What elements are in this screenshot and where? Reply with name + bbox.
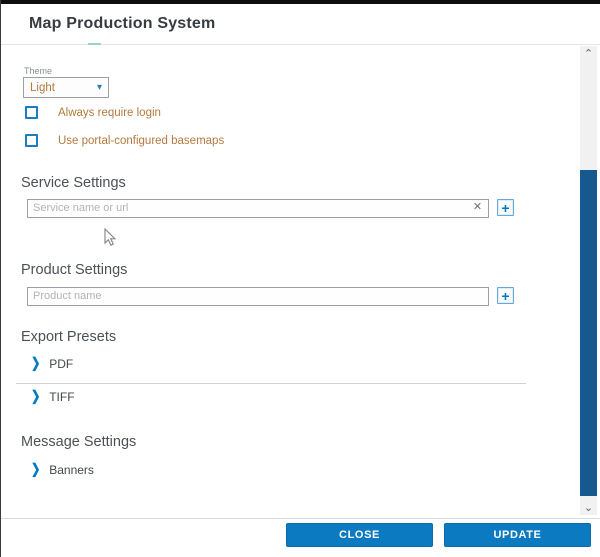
service-input-wrap: ✕: [27, 198, 489, 217]
chevron-right-icon: ❯: [31, 357, 40, 371]
add-product-button[interactable]: +: [497, 287, 514, 304]
scrollbar-thumb[interactable]: [580, 170, 597, 496]
product-input-wrap: [27, 286, 489, 305]
export-presets-heading: Export Presets: [21, 329, 116, 345]
scroll-down-icon[interactable]: ⌄: [580, 500, 597, 515]
dialog-header: Map Production System: [1, 4, 600, 45]
settings-scroll-area: Theme Light ▾ Always require login Use p…: [1, 45, 579, 518]
vertical-scrollbar[interactable]: ⌃ ⌄: [580, 46, 597, 515]
checkbox-label: Always require login: [58, 107, 161, 119]
close-button[interactable]: CLOSE: [286, 523, 433, 547]
tiff-preset-expander[interactable]: ❯ TIFF: [31, 390, 75, 404]
mouse-cursor: [104, 228, 116, 247]
update-button[interactable]: UPDATE: [444, 523, 591, 547]
always-require-login-checkbox[interactable]: [25, 106, 38, 119]
service-name-input[interactable]: [27, 199, 489, 218]
checkbox-label: Use portal-configured basemaps: [58, 135, 224, 147]
preset-divider: [16, 383, 526, 384]
pdf-preset-expander[interactable]: ❯ PDF: [31, 357, 73, 371]
expander-label: TIFF: [49, 390, 74, 404]
add-service-button[interactable]: +: [497, 199, 514, 216]
always-require-login-option[interactable]: Always require login: [25, 106, 161, 119]
portal-basemaps-checkbox[interactable]: [25, 134, 38, 147]
expander-label: PDF: [49, 357, 73, 371]
banners-expander[interactable]: ❯ Banners: [31, 463, 94, 477]
chevron-right-icon: ❯: [31, 463, 40, 477]
map-production-system-dialog: Map Production System Theme Light ▾ Alwa…: [0, 0, 600, 557]
service-settings-heading: Service Settings: [21, 175, 126, 191]
theme-label: Theme: [24, 66, 52, 76]
scroll-up-icon[interactable]: ⌃: [580, 46, 597, 61]
page-title: Map Production System: [29, 15, 215, 33]
message-settings-heading: Message Settings: [21, 434, 136, 450]
product-settings-heading: Product Settings: [21, 262, 127, 278]
chevron-down-icon: ▾: [97, 83, 102, 93]
expander-label: Banners: [49, 463, 94, 477]
portal-basemaps-option[interactable]: Use portal-configured basemaps: [25, 134, 224, 147]
chevron-right-icon: ❯: [31, 390, 40, 404]
theme-selected-value: Light: [30, 82, 55, 94]
theme-select[interactable]: Light ▾: [23, 77, 109, 98]
clear-icon[interactable]: ✕: [470, 200, 485, 215]
dialog-footer: CLOSE UPDATE: [1, 518, 600, 557]
product-name-input[interactable]: [27, 287, 489, 306]
